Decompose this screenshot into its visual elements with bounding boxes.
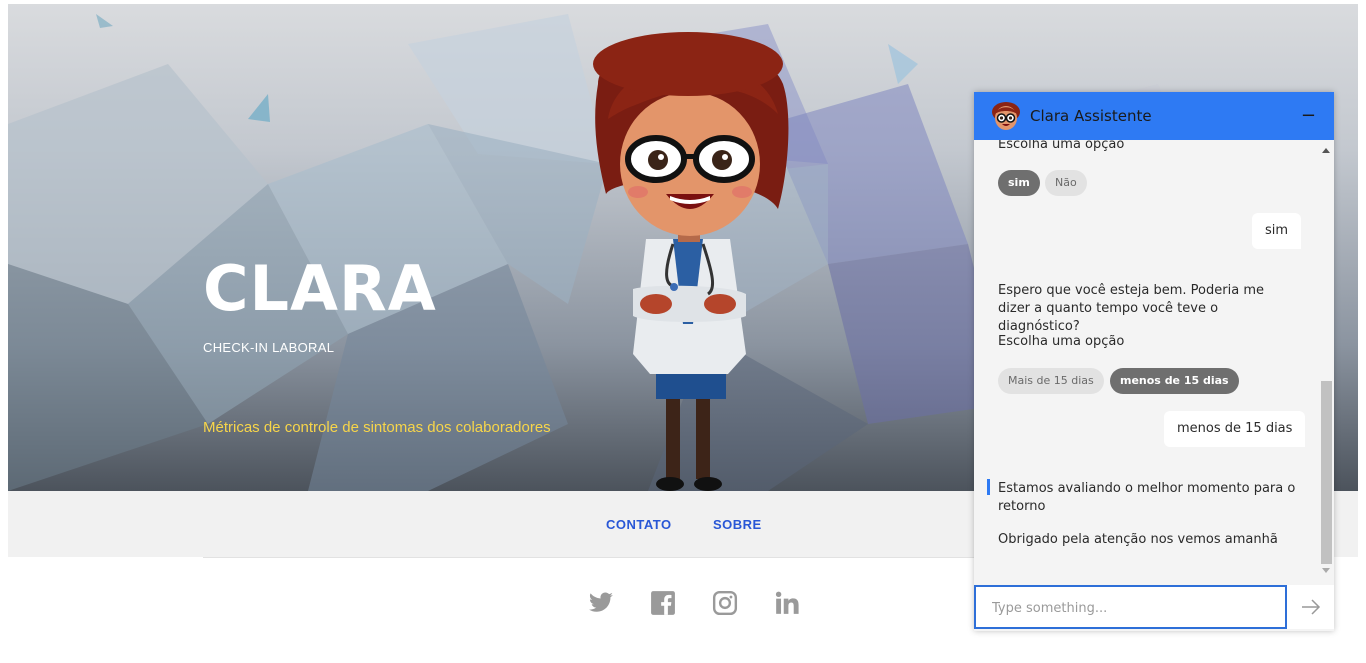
scroll-up-arrow[interactable]: [1322, 148, 1330, 153]
twitter-icon[interactable]: [588, 590, 614, 616]
bot-message: Estamos avaliando o melhor momento para …: [998, 481, 1296, 514]
clara-character-illustration: [593, 32, 789, 491]
chat-header: Clara Assistente −: [974, 92, 1334, 140]
chat-messages: Escolha uma opção sim Não sim Espero que…: [974, 140, 1334, 630]
hero-metrics-text: Métricas de controle de sintomas dos col…: [203, 419, 551, 436]
nav-link-sobre[interactable]: SOBRE: [713, 517, 762, 532]
chat-message-input[interactable]: [990, 597, 1274, 619]
hero-subtitle: CHECK-IN LABORAL: [203, 340, 335, 355]
chat-scrollbar[interactable]: [1320, 140, 1332, 576]
user-message: sim: [1252, 213, 1302, 249]
send-button[interactable]: [1287, 585, 1334, 629]
clara-avatar: [992, 102, 1020, 130]
option-mais-de-15-dias-button[interactable]: Mais de 15 dias: [998, 368, 1104, 394]
message-accent-bar: [987, 479, 990, 495]
nav-link-contato[interactable]: CONTATO: [606, 517, 672, 532]
scroll-down-arrow[interactable]: [1322, 568, 1330, 573]
chat-widget: Clara Assistente − Escolha uma opção sim…: [974, 92, 1334, 631]
instagram-icon[interactable]: [712, 590, 738, 616]
arrow-right-icon: [1302, 599, 1321, 615]
facebook-icon[interactable]: [650, 590, 676, 616]
option-sim-button[interactable]: sim: [998, 170, 1040, 196]
scroll-thumb[interactable]: [1321, 381, 1332, 564]
chat-title: Clara Assistente: [1030, 107, 1152, 125]
chat-input-box[interactable]: [974, 585, 1287, 629]
bot-message: Espero que você esteja bem. Poderia me d…: [998, 283, 1264, 334]
option-menos-de-15-dias-button[interactable]: menos de 15 dias: [1110, 368, 1239, 394]
bot-message: Obrigado pela atenção nos vemos amanhã: [998, 532, 1278, 547]
bot-message: Escolha uma opção: [998, 140, 1125, 152]
option-nao-button[interactable]: Não: [1045, 170, 1087, 196]
hero-title: CLARA: [203, 252, 437, 325]
user-message: menos de 15 dias: [1164, 411, 1306, 447]
minimize-button[interactable]: −: [1301, 105, 1316, 126]
linkedin-icon[interactable]: [774, 590, 800, 616]
bot-message: Escolha uma opção: [998, 334, 1125, 349]
